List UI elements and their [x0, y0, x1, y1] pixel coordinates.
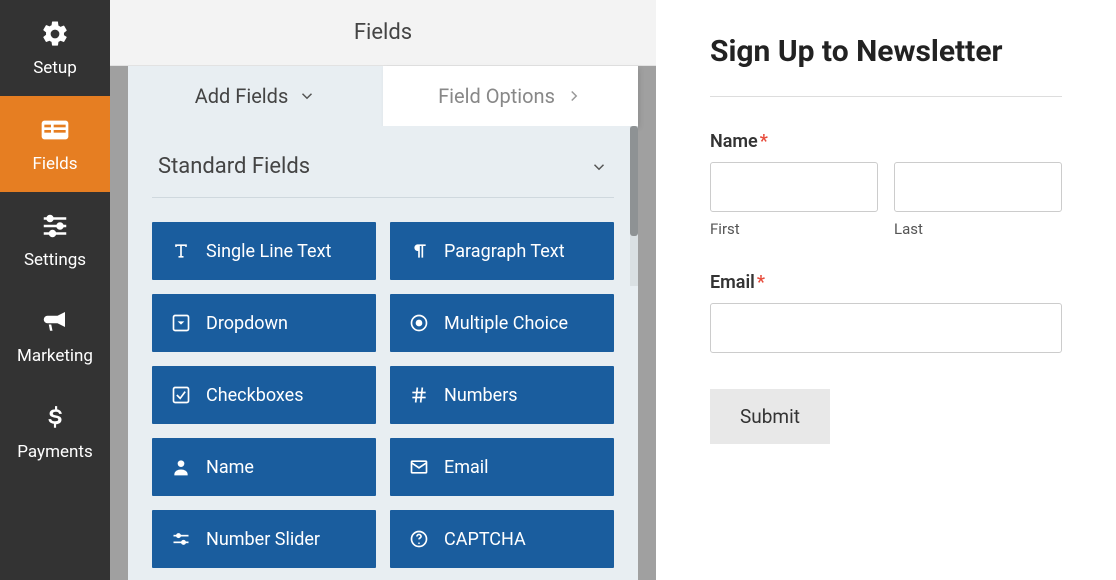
email-label: Email* — [710, 272, 765, 293]
caret-square-icon — [170, 312, 192, 334]
sliders-icon — [39, 210, 71, 242]
fields-zone: Standard Fields Single Line Text — [128, 126, 638, 580]
sliders-icon — [170, 528, 192, 550]
form-title: Sign Up to Newsletter — [710, 34, 1062, 97]
form-preview: Sign Up to Newsletter Name* First Last E… — [656, 0, 1116, 580]
dollar-icon — [39, 402, 71, 434]
field-number-slider[interactable]: Number Slider — [152, 510, 376, 568]
sidebar-item-label: Marketing — [17, 346, 93, 366]
submit-button[interactable]: Submit — [710, 389, 830, 444]
page-title: Fields — [354, 20, 412, 45]
field-numbers[interactable]: Numbers — [390, 366, 614, 424]
tab-label: Field Options — [438, 84, 555, 108]
chevron-down-icon — [298, 87, 316, 105]
field-name[interactable]: Name — [152, 438, 376, 496]
field-label: Numbers — [444, 385, 518, 406]
sidebar-item-marketing[interactable]: Marketing — [0, 288, 110, 384]
field-captcha[interactable]: CAPTCHA — [390, 510, 614, 568]
field-label: Single Line Text — [206, 241, 331, 262]
paragraph-icon — [408, 240, 430, 262]
tabs: Add Fields Field Options — [128, 66, 638, 126]
tab-add-fields[interactable]: Add Fields — [128, 66, 383, 126]
field-label: CAPTCHA — [444, 529, 526, 550]
sidebar-item-label: Settings — [24, 250, 86, 270]
radio-icon — [408, 312, 430, 334]
sidebar: Setup Fields Settings Marketing Payments — [0, 0, 110, 580]
scrollbar-track[interactable] — [630, 126, 638, 286]
sidebar-item-payments[interactable]: Payments — [0, 384, 110, 480]
form-group-email: Email* — [710, 272, 1062, 353]
field-multiple-choice[interactable]: Multiple Choice — [390, 294, 614, 352]
panel-wrap: Add Fields Field Options Stan — [128, 66, 638, 580]
field-label: Paragraph Text — [444, 241, 565, 262]
tab-field-options[interactable]: Field Options — [383, 66, 638, 126]
field-paragraph-text[interactable]: Paragraph Text — [390, 222, 614, 280]
field-email[interactable]: Email — [390, 438, 614, 496]
required-indicator: * — [760, 131, 768, 152]
checkbox-icon — [170, 384, 192, 406]
field-grid: Single Line Text Paragraph Text Dropdown — [152, 222, 614, 568]
question-circle-icon — [408, 528, 430, 550]
form-icon — [39, 114, 71, 146]
field-label: Dropdown — [206, 313, 288, 334]
field-checkboxes[interactable]: Checkboxes — [152, 366, 376, 424]
envelope-icon — [408, 456, 430, 478]
field-label: Name — [206, 457, 254, 478]
field-single-line-text[interactable]: Single Line Text — [152, 222, 376, 280]
chevron-right-icon — [565, 87, 583, 105]
form-group-name: Name* First Last — [710, 131, 1062, 238]
field-label: Checkboxes — [206, 385, 304, 406]
field-label: Multiple Choice — [444, 313, 568, 334]
first-name-input[interactable] — [710, 162, 878, 212]
user-icon — [170, 456, 192, 478]
field-dropdown[interactable]: Dropdown — [152, 294, 376, 352]
last-name-input[interactable] — [894, 162, 1062, 212]
chevron-down-icon — [590, 158, 608, 176]
email-input[interactable] — [710, 303, 1062, 353]
gear-icon — [39, 18, 71, 50]
tab-label: Add Fields — [195, 84, 289, 108]
sidebar-item-label: Setup — [33, 58, 77, 78]
text-cursor-icon — [170, 240, 192, 262]
required-indicator: * — [757, 272, 765, 293]
name-label: Name* — [710, 131, 768, 152]
center-column: Fields Add Fields Field Options — [110, 0, 656, 580]
hash-icon — [408, 384, 430, 406]
header-bar: Fields — [110, 0, 656, 66]
sidebar-item-setup[interactable]: Setup — [0, 0, 110, 96]
field-label: Number Slider — [206, 529, 320, 550]
section-standard-fields[interactable]: Standard Fields — [152, 140, 614, 198]
bullhorn-icon — [39, 306, 71, 338]
sidebar-item-label: Fields — [32, 154, 77, 174]
field-label: Email — [444, 457, 489, 478]
last-sublabel: Last — [894, 220, 1062, 238]
sidebar-item-label: Payments — [17, 442, 92, 462]
sidebar-item-settings[interactable]: Settings — [0, 192, 110, 288]
sidebar-item-fields[interactable]: Fields — [0, 96, 110, 192]
first-sublabel: First — [710, 220, 878, 238]
scrollbar-thumb[interactable] — [630, 126, 638, 236]
section-title: Standard Fields — [158, 154, 310, 179]
